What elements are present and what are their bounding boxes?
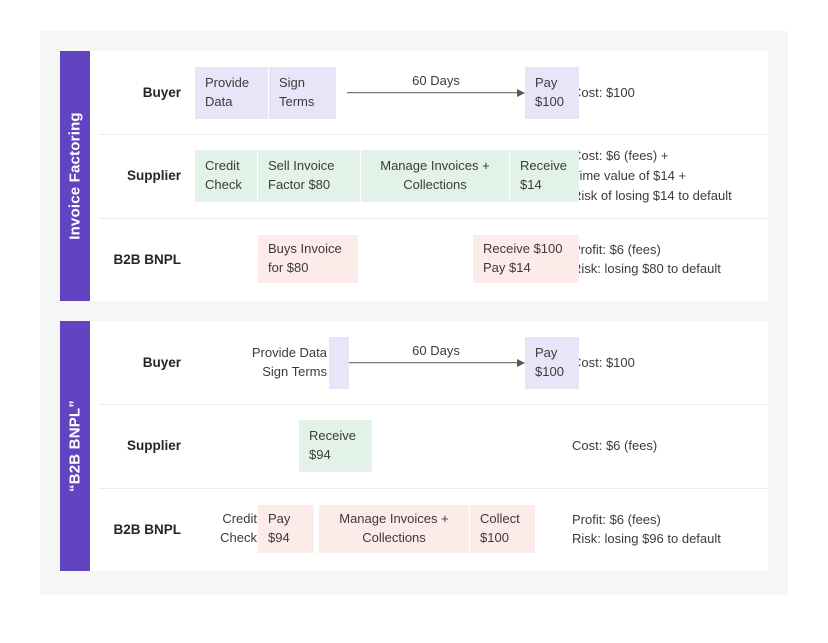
row-notes: Cost: $6 (fees) + Time value of $14 + Ri…	[558, 146, 768, 205]
timeline-step-box: SignTerms	[269, 67, 336, 119]
timeline-step-line: Factor $80	[268, 176, 330, 195]
timeline-step-line: Credit	[205, 157, 240, 176]
timeline-step-box: CreditCheck	[195, 150, 257, 202]
timeline-step-line: Provide	[205, 74, 249, 93]
timeline-track: CreditCheckSell InvoiceFactor $80Manage …	[195, 134, 558, 217]
timeline-track: 60 DaysProvide DataSign TermsPay$100	[195, 321, 558, 404]
actor-row: SupplierCreditCheckSell InvoiceFactor $8…	[99, 134, 768, 217]
timeline-step-line: Pay $14	[483, 259, 531, 278]
duration-arrow: 60 Days	[347, 51, 525, 134]
timeline-step-line: $94	[309, 446, 331, 465]
scenario-rows: Buyer60 DaysProvide DataSign TermsPay$10…	[90, 321, 768, 571]
timeline-step-line: Terms	[279, 93, 314, 112]
actor-row: Buyer60 DaysProvideDataSignTermsPay$100C…	[99, 51, 768, 134]
timeline-step-line: Manage Invoices +	[339, 510, 448, 529]
timeline-step-box: Receive$94	[299, 420, 372, 472]
timeline-step-line: Data	[205, 93, 232, 112]
row-notes: Cost: $6 (fees)	[558, 436, 768, 456]
timeline-step-line: Pay	[268, 510, 290, 529]
timeline-step-box: Receive $100Pay $14	[473, 235, 579, 283]
timeline-step-line: Check	[205, 176, 242, 195]
scenario-rows: Buyer60 DaysProvideDataSignTermsPay$100C…	[90, 51, 768, 301]
timeline-step-line: Receive	[520, 157, 567, 176]
timeline-step-box: Pay$94	[258, 505, 314, 553]
timeline-step-box: Pay$100	[525, 337, 579, 389]
timeline-step-line: $14	[520, 176, 542, 195]
timeline-step-box: ProvideData	[195, 67, 268, 119]
timeline-step-label: Provide DataSign Terms	[195, 337, 327, 389]
actor-row-label: Buyer	[99, 85, 195, 100]
scenario-side-tab: “B2B BNPL”	[60, 321, 90, 571]
timeline-track: Buys Invoicefor $80Receive $100Pay $14	[195, 218, 558, 301]
actor-row-label: Buyer	[99, 355, 195, 370]
timeline-step-line: $100	[480, 529, 509, 548]
scenario-card: “B2B BNPL” Buyer 60 Days Provide DataSign T…	[60, 321, 768, 571]
actor-row: B2B BNPLBuys Invoicefor $80Receive $100P…	[99, 218, 768, 301]
timeline-step-line: Credit	[222, 510, 257, 529]
scenario-side-tab-label: Invoice Factoring	[67, 112, 84, 240]
timeline-step-line: Collect	[480, 510, 520, 529]
timeline-step-box: Receive$14	[510, 150, 579, 202]
actor-row-label: B2B BNPL	[99, 252, 195, 267]
timeline-step-line: Pay	[535, 74, 557, 93]
actor-row: B2B BNPLCreditCheckPay$94Manage Invoices…	[99, 488, 768, 571]
row-notes: Profit: $6 (fees) Risk: losing $80 to de…	[558, 240, 768, 280]
duration-arrow-label: 60 Days	[347, 73, 525, 91]
timeline-step-line: Receive	[309, 427, 356, 446]
timeline-step-box: Pay$100	[525, 67, 579, 119]
row-notes: Cost: $100	[558, 353, 768, 373]
timeline-step-line: Collections	[362, 529, 426, 548]
scenario-side-tab-label: “B2B BNPL”	[67, 400, 84, 492]
timeline-step-line: Sign	[279, 74, 305, 93]
timeline-step-line: $94	[268, 529, 290, 548]
duration-arrow-line	[347, 92, 518, 94]
duration-arrow: 60 Days	[347, 321, 525, 404]
timeline-step-box: Collect$100	[470, 505, 535, 553]
row-notes: Profit: $6 (fees) Risk: losing $96 to de…	[558, 510, 768, 550]
timeline-step-line: Sign Terms	[262, 363, 327, 382]
timeline-step-line: Check	[220, 529, 257, 548]
timeline-step-line: Receive $100	[483, 240, 563, 259]
timeline-step-line: Buys Invoice	[268, 240, 342, 259]
timeline-track: CreditCheckPay$94Manage Invoices +Collec…	[195, 488, 558, 571]
actor-row: Supplier Receive$94 Cost: $6 (fees)	[99, 404, 768, 487]
timeline-step-box: Manage Invoices +Collections	[361, 150, 509, 202]
timeline-step-label: CreditCheck	[195, 505, 257, 553]
timeline-step-line: Collections	[403, 176, 467, 195]
row-notes: Cost: $100	[558, 83, 768, 103]
timeline-step-line: $100	[535, 363, 564, 382]
timeline-step-line: Pay	[535, 344, 557, 363]
actor-row-label: B2B BNPL	[99, 522, 195, 537]
timeline-step-box: Buys Invoicefor $80	[258, 235, 358, 283]
timeline-track: 60 DaysProvideDataSignTermsPay$100	[195, 51, 558, 134]
diagram-stage: Invoice Factoring Buyer 60 Days ProvideData…	[0, 0, 828, 643]
scenario-card: Invoice Factoring Buyer 60 Days ProvideData…	[60, 51, 768, 301]
actor-row-label: Supplier	[99, 438, 195, 453]
actor-row-label: Supplier	[99, 168, 195, 183]
timeline-track: Receive$94	[195, 404, 558, 487]
timeline-step-box: Manage Invoices +Collections	[319, 505, 469, 553]
timeline-step-line: Provide Data	[252, 344, 327, 363]
scenario-side-tab: Invoice Factoring	[60, 51, 90, 301]
actor-row: Buyer 60 Days Provide DataSign Terms Pay$10…	[99, 321, 768, 404]
timeline-step-box	[329, 337, 349, 389]
duration-arrow-line	[347, 362, 518, 364]
timeline-step-box: Sell InvoiceFactor $80	[258, 150, 360, 202]
timeline-step-line: for $80	[268, 259, 308, 278]
duration-arrow-label: 60 Days	[347, 343, 525, 361]
timeline-step-line: Sell Invoice	[268, 157, 334, 176]
timeline-step-line: Manage Invoices +	[380, 157, 489, 176]
timeline-step-line: $100	[535, 93, 564, 112]
